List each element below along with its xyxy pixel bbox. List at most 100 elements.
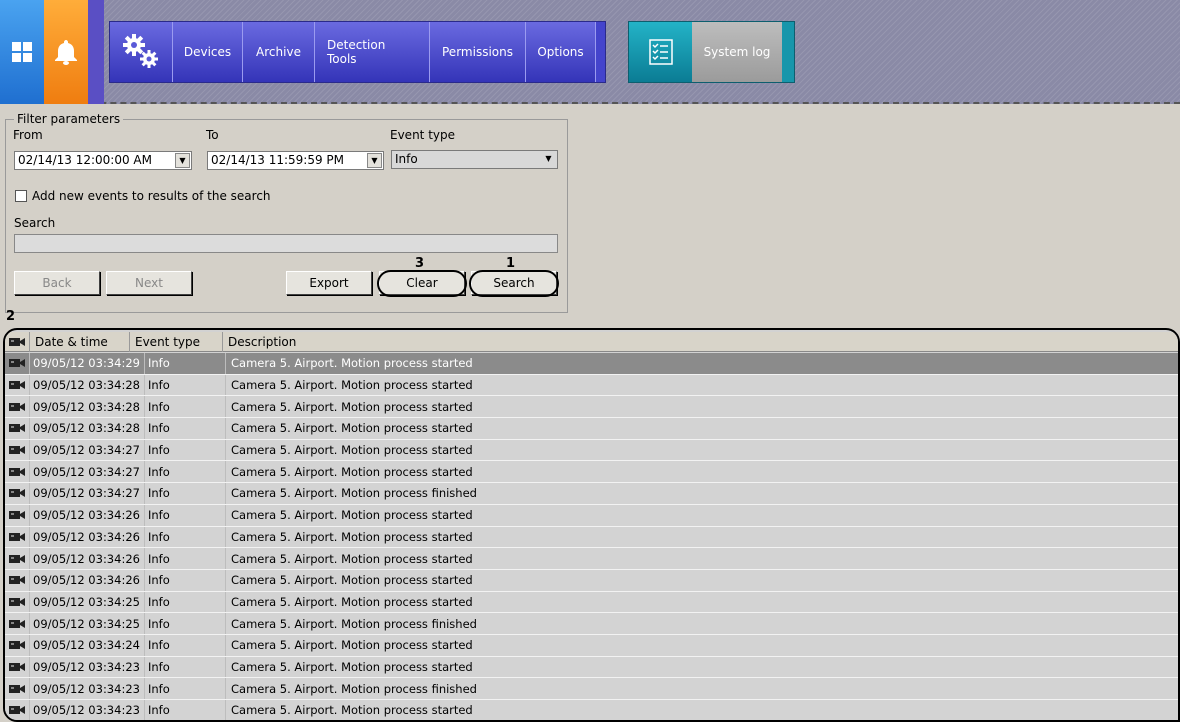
row-event-type: Info <box>145 700 226 720</box>
add-new-events-checkbox[interactable] <box>15 190 27 202</box>
from-datetime-picker[interactable]: 02/14/13 12:00:00 AM ▼ <box>14 151 192 170</box>
camera-icon <box>5 634 30 656</box>
system-log-label[interactable]: System log <box>692 22 782 82</box>
export-button[interactable]: Export <box>286 271 372 295</box>
row-date: 09/05/12 03:34:23 PM <box>30 656 145 678</box>
column-header-description[interactable]: Description <box>223 332 1178 352</box>
row-description: Camera 5. Airport. Motion process starte… <box>231 529 473 544</box>
nav-permissions[interactable]: Permissions <box>430 22 526 82</box>
row-date: 09/05/12 03:34:26 PM <box>30 548 145 569</box>
settings-tile[interactable] <box>110 22 173 82</box>
table-row[interactable]: 09/05/12 03:34:28 PMInfo Camera 5. Airpor… <box>5 396 1178 419</box>
search-label: Search <box>14 216 56 230</box>
system-log-tile[interactable] <box>629 22 692 82</box>
row-date: 09/05/12 03:34:26 PM <box>30 569 145 591</box>
nav-options[interactable]: Options <box>526 22 596 82</box>
camera-column-header[interactable] <box>5 332 30 352</box>
table-row[interactable]: 09/05/12 03:34:24 PMInfo Camera 5. Airpor… <box>5 634 1178 657</box>
row-date: 09/05/12 03:34:23 PM <box>30 700 145 720</box>
table-row[interactable]: 09/05/12 03:34:23 PMInfo Camera 5. Airpor… <box>5 678 1178 700</box>
table-row[interactable]: 09/05/12 03:34:27 PMInfo Camera 5. Airpor… <box>5 439 1178 462</box>
camera-icon <box>5 613 30 634</box>
row-description: Camera 5. Airport. Motion process starte… <box>231 594 473 609</box>
marker-2: 2 <box>6 309 16 324</box>
chevron-down-icon[interactable]: ▼ <box>367 153 382 168</box>
table-row[interactable]: 09/05/12 03:34:26 PMInfo Camera 5. Airpor… <box>5 526 1178 549</box>
settings-nav: Devices Archive Detection Tools Permissi… <box>109 21 606 83</box>
nav-devices[interactable]: Devices <box>173 22 243 82</box>
alarms-tile[interactable] <box>44 0 88 104</box>
system-log-tab[interactable]: System log <box>628 21 795 83</box>
table-row[interactable]: 09/05/12 03:34:26 PMInfo Camera 5. Airpor… <box>5 504 1178 527</box>
row-date: 09/05/12 03:34:28 PM <box>30 374 145 396</box>
event-type-label: Event type <box>390 128 455 142</box>
table-row[interactable]: 09/05/12 03:34:27 PMInfo Camera 5. Airpor… <box>5 461 1178 484</box>
row-date: 09/05/12 03:34:24 PM <box>30 634 145 656</box>
clear-highlight <box>377 270 467 297</box>
row-description: Camera 5. Airport. Motion process starte… <box>231 378 473 393</box>
row-date: 09/05/12 03:34:25 PM <box>30 613 145 634</box>
table-row[interactable]: 09/05/12 03:34:23 PMInfo Camera 5. Airpor… <box>5 700 1178 720</box>
row-date: 09/05/12 03:34:23 PM <box>30 678 145 699</box>
top-bar: Devices Archive Detection Tools Permissi… <box>0 0 1180 104</box>
row-event-type: Info <box>145 613 226 634</box>
row-event-type: Info <box>145 526 226 548</box>
row-event-type: Info <box>145 439 226 461</box>
to-datetime-picker[interactable]: 02/14/13 11:59:59 PM ▼ <box>207 151 384 170</box>
row-event-type: Info <box>145 483 226 504</box>
row-date: 09/05/12 03:34:29 PM <box>30 353 145 374</box>
table-row[interactable]: 09/05/12 03:34:28 PMInfo Camera 5. Airpor… <box>5 418 1178 440</box>
next-button[interactable]: Next <box>106 271 192 295</box>
search-input[interactable] <box>14 234 558 253</box>
row-event-type: Info <box>145 591 226 613</box>
camera-icon <box>5 526 30 548</box>
row-event-type: Info <box>145 548 226 569</box>
windows-tile[interactable] <box>0 0 44 104</box>
table-body: 09/05/12 03:34:29 PMInfoCamera 5. Airpor… <box>5 353 1178 720</box>
row-event-type: Info <box>145 374 226 396</box>
row-event-type: Info <box>145 678 226 699</box>
table-row[interactable]: 09/05/12 03:34:27 PMInfo Camera 5. Airpor… <box>5 483 1178 505</box>
row-description: Camera 5. Airport. Motion process starte… <box>231 508 473 523</box>
row-description: Camera 5. Airport. Motion process finish… <box>231 486 477 501</box>
chevron-down-icon[interactable]: ▼ <box>175 153 190 168</box>
row-date: 09/05/12 03:34:27 PM <box>30 461 145 483</box>
nav-archive[interactable]: Archive <box>243 22 315 82</box>
nav-edge <box>596 22 605 82</box>
table-row[interactable]: 09/05/12 03:34:25 PMInfo Camera 5. Airpor… <box>5 591 1178 614</box>
table-header: Date & time Event type Description <box>5 332 1178 352</box>
row-description: Camera 5. Airport. Motion process starte… <box>231 356 473 371</box>
from-value: 02/14/13 12:00:00 AM <box>18 153 152 167</box>
row-event-type: Info <box>145 396 226 418</box>
table-row[interactable]: 09/05/12 03:34:26 PMInfo Camera 5. Airpor… <box>5 569 1178 592</box>
nav-detection-tools[interactable]: Detection Tools <box>315 22 430 82</box>
camera-icon <box>5 656 30 678</box>
row-date: 09/05/12 03:34:27 PM <box>30 483 145 504</box>
table-row[interactable]: 09/05/12 03:34:25 PMInfo Camera 5. Airpor… <box>5 613 1178 635</box>
row-description: Camera 5. Airport. Motion process starte… <box>231 573 473 588</box>
chevron-down-icon[interactable]: ▼ <box>541 152 556 167</box>
table-row[interactable]: 09/05/12 03:34:29 PMInfo Camera 5. Airpor… <box>5 353 1178 375</box>
column-header-date[interactable]: Date & time <box>30 332 130 352</box>
filter-legend: Filter parameters <box>17 112 121 126</box>
camera-icon <box>5 439 30 461</box>
add-new-events-label[interactable]: Add new events to results of the search <box>32 189 271 203</box>
row-event-type: Info <box>145 353 226 374</box>
row-date: 09/05/12 03:34:28 PM <box>30 396 145 418</box>
camera-icon <box>5 353 30 374</box>
row-description: Camera 5. Airport. Motion process starte… <box>231 551 473 566</box>
marker-1: 1 <box>506 256 516 271</box>
back-button[interactable]: Back <box>14 271 100 295</box>
camera-icon <box>5 591 30 613</box>
camera-icon <box>5 548 30 569</box>
table-row[interactable]: 09/05/12 03:34:28 PMInfo Camera 5. Airpor… <box>5 374 1178 397</box>
table-row[interactable]: 09/05/12 03:34:26 PMInfo Camera 5. Airpor… <box>5 548 1178 570</box>
table-row[interactable]: 09/05/12 03:34:23 PMInfo Camera 5. Airpor… <box>5 656 1178 679</box>
event-type-select[interactable]: Info ▼ <box>391 150 558 169</box>
row-date: 09/05/12 03:34:27 PM <box>30 439 145 461</box>
column-header-event-type[interactable]: Event type <box>130 332 223 352</box>
row-description: Camera 5. Airport. Motion process finish… <box>231 616 477 631</box>
row-description: Camera 5. Airport. Motion process finish… <box>231 681 477 696</box>
marker-3: 3 <box>415 256 425 271</box>
tab-strip <box>88 0 104 104</box>
